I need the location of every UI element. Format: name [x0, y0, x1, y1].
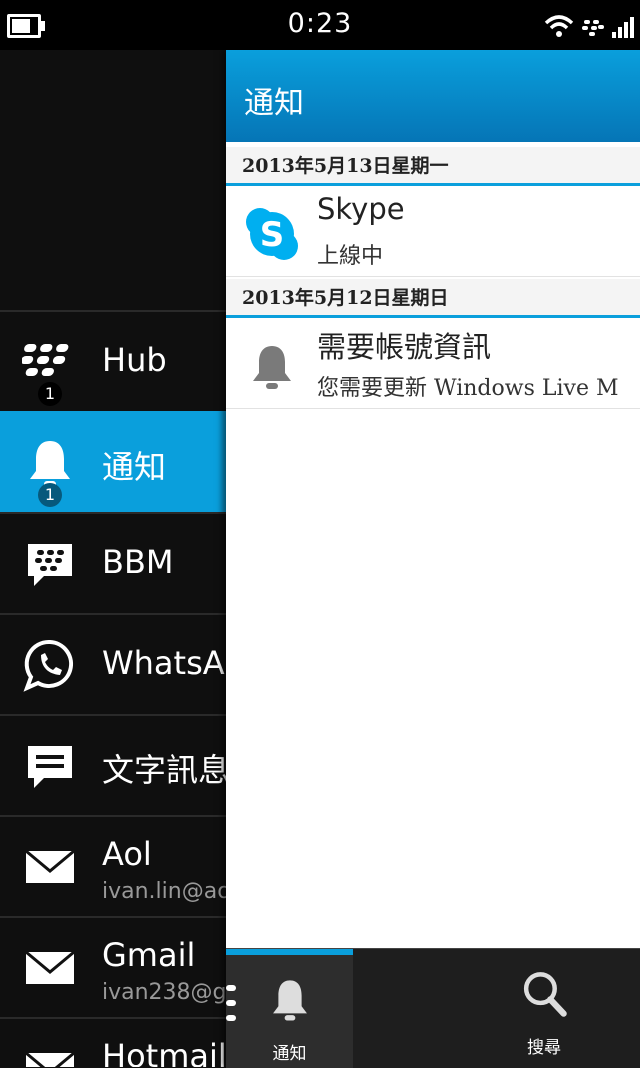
notification-message: 上線中 [317, 244, 384, 269]
page-title: 通知 [244, 86, 304, 121]
sidebar-item-bbm[interactable]: BBM [0, 512, 226, 614]
notification-title: 需要帳號資訊 [317, 330, 492, 364]
sidebar-item-label: Aol [102, 835, 152, 873]
text-message-icon [28, 746, 72, 788]
notification-message: 您需要更新 Windows Live M [317, 376, 619, 401]
tab-label: 搜尋 [527, 1038, 561, 1058]
tab-search[interactable]: 搜尋 [416, 949, 640, 1068]
bell-icon [253, 346, 291, 389]
sidebar-item-whatsapp[interactable]: WhatsApp [0, 613, 226, 715]
status-bar: 0:23 [0, 0, 640, 50]
sidebar-item-aol[interactable]: Aol ivan.lin@aol.com [0, 815, 226, 917]
sidebar-item-label: Hotmail [102, 1037, 226, 1067]
sidebar-item-label: Hub [102, 341, 167, 379]
date-header: 2013年5月13日星期一 [226, 147, 640, 186]
blackberry-network-icon [582, 20, 604, 36]
bell-icon [272, 980, 307, 1021]
notification-item-skype[interactable]: S Skype 上線中 [226, 186, 640, 277]
date-header: 2013年5月12日星期日 [226, 279, 640, 318]
search-icon [523, 972, 567, 1017]
skype-icon: S [246, 208, 298, 260]
notifications-panel: 通知 2013年5月13日星期一 S Skype 上線中 2013年5月12日星… [226, 50, 640, 1067]
notification-item-account[interactable]: 需要帳號資訊 您需要更新 Windows Live M [226, 318, 640, 409]
mail-icon [25, 950, 75, 984]
notification-title: Skype [317, 192, 405, 226]
sidebar-item-text-messages[interactable]: 文字訊息 [0, 714, 226, 816]
sidebar-item-label: Gmail [102, 936, 196, 974]
wifi-icon [544, 15, 574, 37]
sidebar-item-label: 文字訊息 [102, 751, 226, 789]
overflow-menu-handle[interactable] [226, 985, 238, 1031]
sidebar-item-label: BBM [102, 543, 174, 581]
mail-icon [25, 1051, 75, 1067]
signal-strength-icon [612, 17, 634, 38]
account-email: ivan238@gmail.com [102, 980, 226, 1005]
sidebar-item-hotmail[interactable]: Hotmail [0, 1017, 226, 1067]
sidebar-item-label: 通知 [102, 448, 167, 486]
mail-icon [25, 849, 75, 883]
account-email: ivan.lin@aol.com [102, 879, 226, 904]
unread-badge: 1 [38, 382, 62, 406]
title-bar: 通知 [226, 50, 640, 142]
sidebar-item-label: WhatsApp [102, 644, 226, 682]
sidebar-item-notifications[interactable]: 1 通知 [0, 411, 226, 513]
bbm-icon [28, 544, 72, 586]
unread-badge: 1 [38, 483, 62, 507]
whatsapp-icon [23, 639, 74, 692]
svg-text:S: S [260, 215, 285, 255]
sidebar: 1 Hub 1 通知 BBM WhatsApp [0, 50, 226, 1067]
tab-label: 通知 [272, 1044, 307, 1064]
sidebar-item-gmail[interactable]: Gmail ivan238@gmail.com [0, 916, 226, 1018]
action-bar: 通知 搜尋 [226, 948, 640, 1068]
sidebar-item-hub[interactable]: 1 Hub [0, 310, 226, 412]
tab-notifications[interactable]: 通知 [226, 949, 353, 1068]
